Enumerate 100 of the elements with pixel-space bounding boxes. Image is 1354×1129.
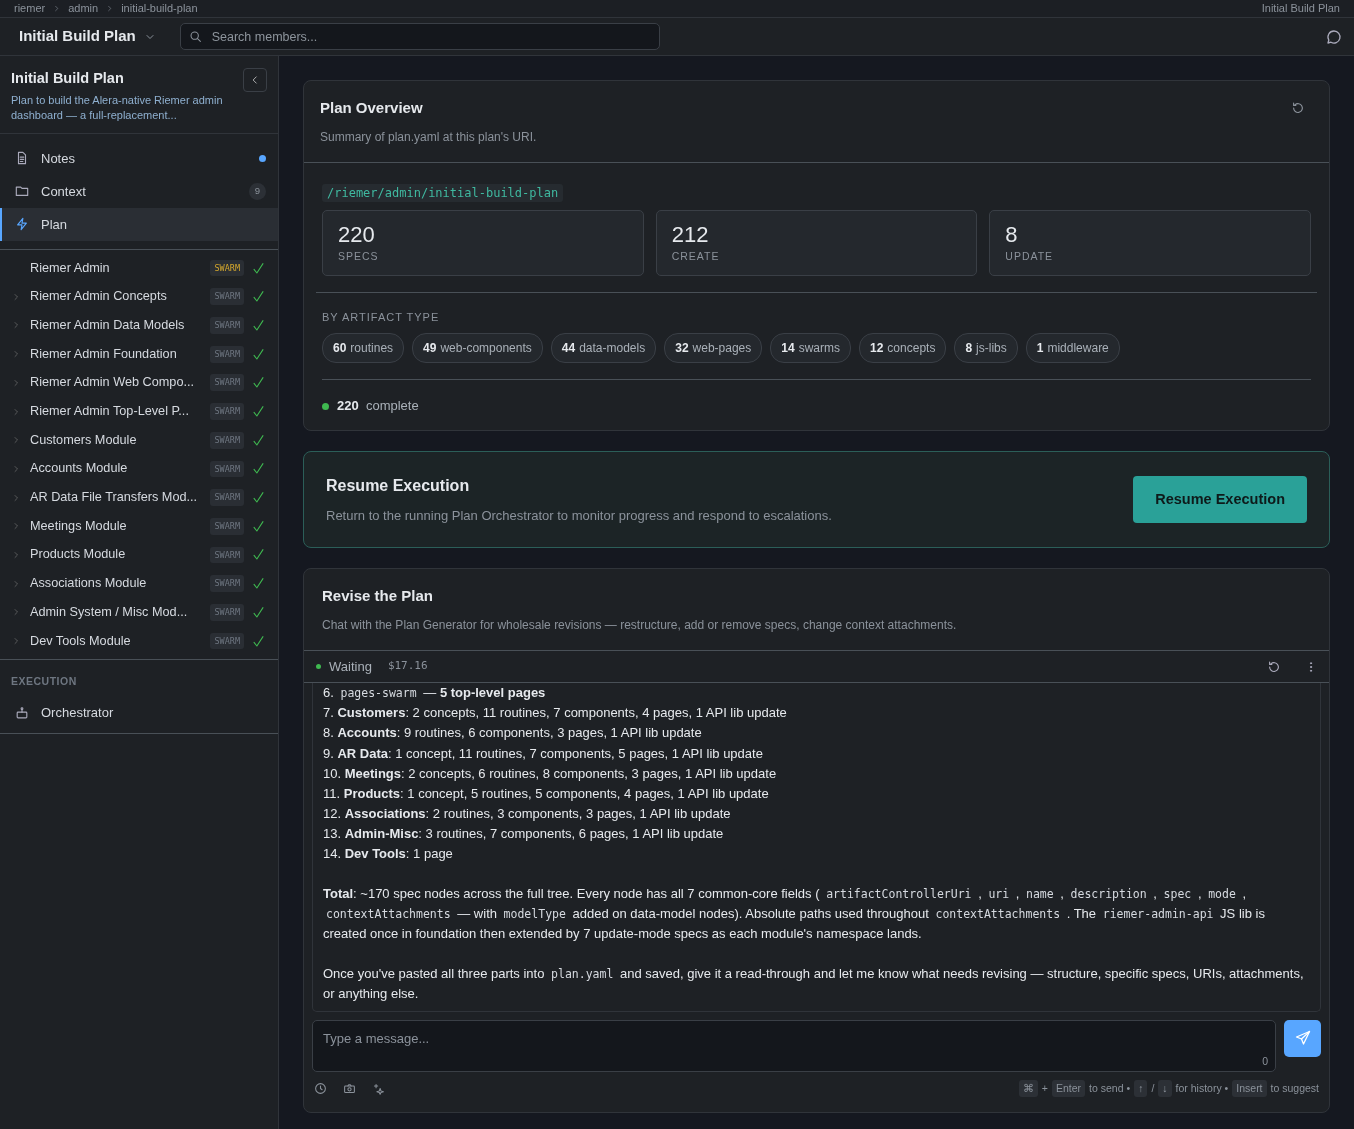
tree-item[interactable]: Meetings Module SWARM <box>0 511 278 541</box>
toolbar-button[interactable] <box>343 1081 356 1095</box>
tree-item[interactable]: Dev Tools Module SWARM <box>0 626 278 656</box>
sidebar-nav-item[interactable]: Plan <box>0 207 278 241</box>
sidebar-nav-item[interactable]: Notes <box>0 141 278 175</box>
section-label: EXECUTION <box>10 674 78 690</box>
send-button[interactable] <box>1284 1019 1321 1057</box>
swarm-tag: SWARM <box>210 345 244 363</box>
card-title: Plan Overview <box>320 98 424 118</box>
swarm-tag: SWARM <box>210 403 244 420</box>
section-label: BY ARTIFACT TYPE <box>322 309 441 325</box>
tree-item[interactable]: AR Data File Transfers Mod... SWARM <box>0 483 278 512</box>
chevron-right-icon <box>12 493 20 502</box>
status-text: 220 complete <box>337 397 419 416</box>
tree-item[interactable]: Riemer Admin Concepts SWARM <box>0 282 278 312</box>
document-icon <box>15 151 29 166</box>
artifact-type-chip: 60 routines <box>322 333 405 364</box>
swarm-tag: SWARM <box>210 460 244 478</box>
stat-value: 8 <box>1005 221 1019 249</box>
key-hint: ↓ <box>1158 1079 1172 1098</box>
card-subtitle: Summary of plan.yaml at this plan's URI. <box>320 128 537 146</box>
tree-item[interactable]: Riemer Admin Foundation SWARM <box>0 339 278 369</box>
swarm-tag: SWARM <box>210 259 244 277</box>
card-title: Resume Execution <box>326 475 471 496</box>
message-paragraph: Once you've pasted all three parts into plan.yaml and saved, give it a read-through and let me know what needs revising — structure, specific specs, URIs, attachments, or anything else. <box>323 965 1305 1004</box>
sidebar-nav-item[interactable]: Context 9 <box>0 174 278 208</box>
swarm-tag: SWARM <box>210 603 244 621</box>
tree-item[interactable]: Accounts Module SWARM <box>0 454 278 484</box>
chevron-right-icon <box>12 608 20 617</box>
breadcrumb-current: Initial Build Plan <box>1261 1 1340 17</box>
swarm-tag: SWARM <box>210 431 244 449</box>
refresh-button[interactable] <box>1267 659 1281 674</box>
hint-text: to suggest <box>1270 1080 1319 1096</box>
artifact-type-chip: 8 js-libs <box>954 333 1018 364</box>
breadcrumb-link[interactable]: admin <box>68 0 99 17</box>
stat-label: SPECS <box>338 249 380 264</box>
tree-item[interactable]: Admin System / Misc Mod... SWARM <box>0 598 278 627</box>
message-paragraph: Total: ~170 spec nodes across the full tree. Every node has all 7 common-core fields ( artifactControllerUri , uri , name , description , spec , mode , contextAttachments — with modelType added on data-model nodes). Absolute paths used throughout contextAttachments . The riemer-admin-api JS lib is created once in foundation then extended by 7 update-mode specs as each module's namespace lands. <box>323 885 1266 944</box>
chevron-right-icon <box>12 464 20 473</box>
toolbar-button[interactable] <box>314 1081 327 1095</box>
status-text: Waiting <box>329 657 372 676</box>
refresh-button[interactable] <box>1291 101 1305 115</box>
tree-item[interactable]: Riemer Admin Top-Level P... SWARM <box>0 397 278 426</box>
hint-text: / <box>1151 1080 1155 1096</box>
message-paragraph: 6. pages-swarm — 5 top-level pages <box>323 684 547 703</box>
clock-icon <box>314 1081 327 1095</box>
card-subtitle: Chat with the Plan Generator for wholesale revisions — restructure, add or remove specs, change context attachments. <box>322 616 958 634</box>
stat-label: UPDATE <box>1005 249 1055 264</box>
message-paragraph: 11. Products: 1 concept, 5 routines, 5 components, 4 pages, 1 API lib update <box>323 784 770 803</box>
chat-button[interactable] <box>1326 28 1342 45</box>
artifact-type-chip: 44 data-models <box>550 333 657 364</box>
message-paragraph: 12. Associations: 2 routines, 3 components, 3 pages, 1 API lib update <box>323 804 732 823</box>
count-badge: 9 <box>249 182 266 200</box>
chevron-right-icon <box>12 579 20 588</box>
tree-item[interactable]: Associations Module SWARM <box>0 569 278 598</box>
tree-item[interactable]: Riemer Admin Data Models SWARM <box>0 311 278 340</box>
chevron-right-icon <box>53 5 61 12</box>
character-count: 0 <box>1262 1053 1268 1069</box>
swarm-tag: SWARM <box>210 374 244 392</box>
card-title: Revise the Plan <box>322 586 434 607</box>
sidebar-nav-item[interactable]: Orchestrator <box>0 696 278 730</box>
stat-value: 212 <box>671 221 710 249</box>
swarm-tag: SWARM <box>210 517 244 535</box>
hint-text: + <box>1041 1080 1048 1096</box>
tree-item[interactable]: Riemer Admin SWARM <box>0 253 278 283</box>
message-paragraph: 8. Accounts: 9 routines, 6 components, 3 pages, 1 API lib update <box>323 724 703 743</box>
hint-text: to send • <box>1089 1080 1131 1096</box>
breadcrumb-link[interactable]: initial-build-plan <box>121 0 198 17</box>
swarm-tag: SWARM <box>210 546 244 564</box>
key-hint: Enter <box>1052 1079 1086 1098</box>
message-paragraph: 13. Admin-Misc: 3 routines, 7 components, 6 pages, 1 API lib update <box>323 824 725 843</box>
tree-item[interactable]: Products Module SWARM <box>0 540 278 570</box>
message-paragraph: 10. Meetings: 2 concepts, 6 routines, 8 components, 3 pages, 1 API lib update <box>323 764 778 783</box>
tree-item[interactable]: Customers Module SWARM <box>0 425 278 455</box>
send-icon <box>1294 1030 1311 1047</box>
plan-selector[interactable]: Initial Build Plan <box>19 25 156 48</box>
artifact-type-chip: 14 swarms <box>770 333 851 364</box>
breadcrumb-link[interactable]: riemer <box>14 0 46 17</box>
key-hint: Insert <box>1232 1079 1267 1098</box>
swarm-tag: SWARM <box>210 288 244 306</box>
artifact-type-chip: 1 middleware <box>1025 333 1120 364</box>
chevron-right-icon <box>12 407 20 416</box>
stat-value: 220 <box>338 221 376 249</box>
chevron-right-icon <box>12 378 20 387</box>
chevron-right-icon <box>12 350 20 359</box>
artifact-type-chip: 12 concepts <box>859 333 947 364</box>
swarm-tag: SWARM <box>210 489 244 506</box>
stat-label: CREATE <box>671 249 721 264</box>
chevron-right-icon <box>12 292 20 301</box>
resume-button[interactable]: Resume Execution <box>1133 475 1307 524</box>
message-paragraph: 7. Customers: 2 concepts, 11 routines, 7 components, 4 pages, 1 API lib update <box>323 704 788 723</box>
swarm-tag: SWARM <box>210 575 244 593</box>
toolbar-button[interactable] <box>372 1081 385 1095</box>
chevron-right-icon <box>106 5 114 12</box>
key-hint: ⌘ <box>1018 1079 1038 1098</box>
key-hint: ↑ <box>1134 1079 1148 1098</box>
bolt-icon <box>15 217 29 232</box>
plan-uri: /riemer/admin/initial-build-plan <box>322 183 564 202</box>
artifact-type-chip: 49 web-components <box>412 333 543 364</box>
tree-item[interactable]: Riemer Admin Web Compo... SWARM <box>0 368 278 398</box>
